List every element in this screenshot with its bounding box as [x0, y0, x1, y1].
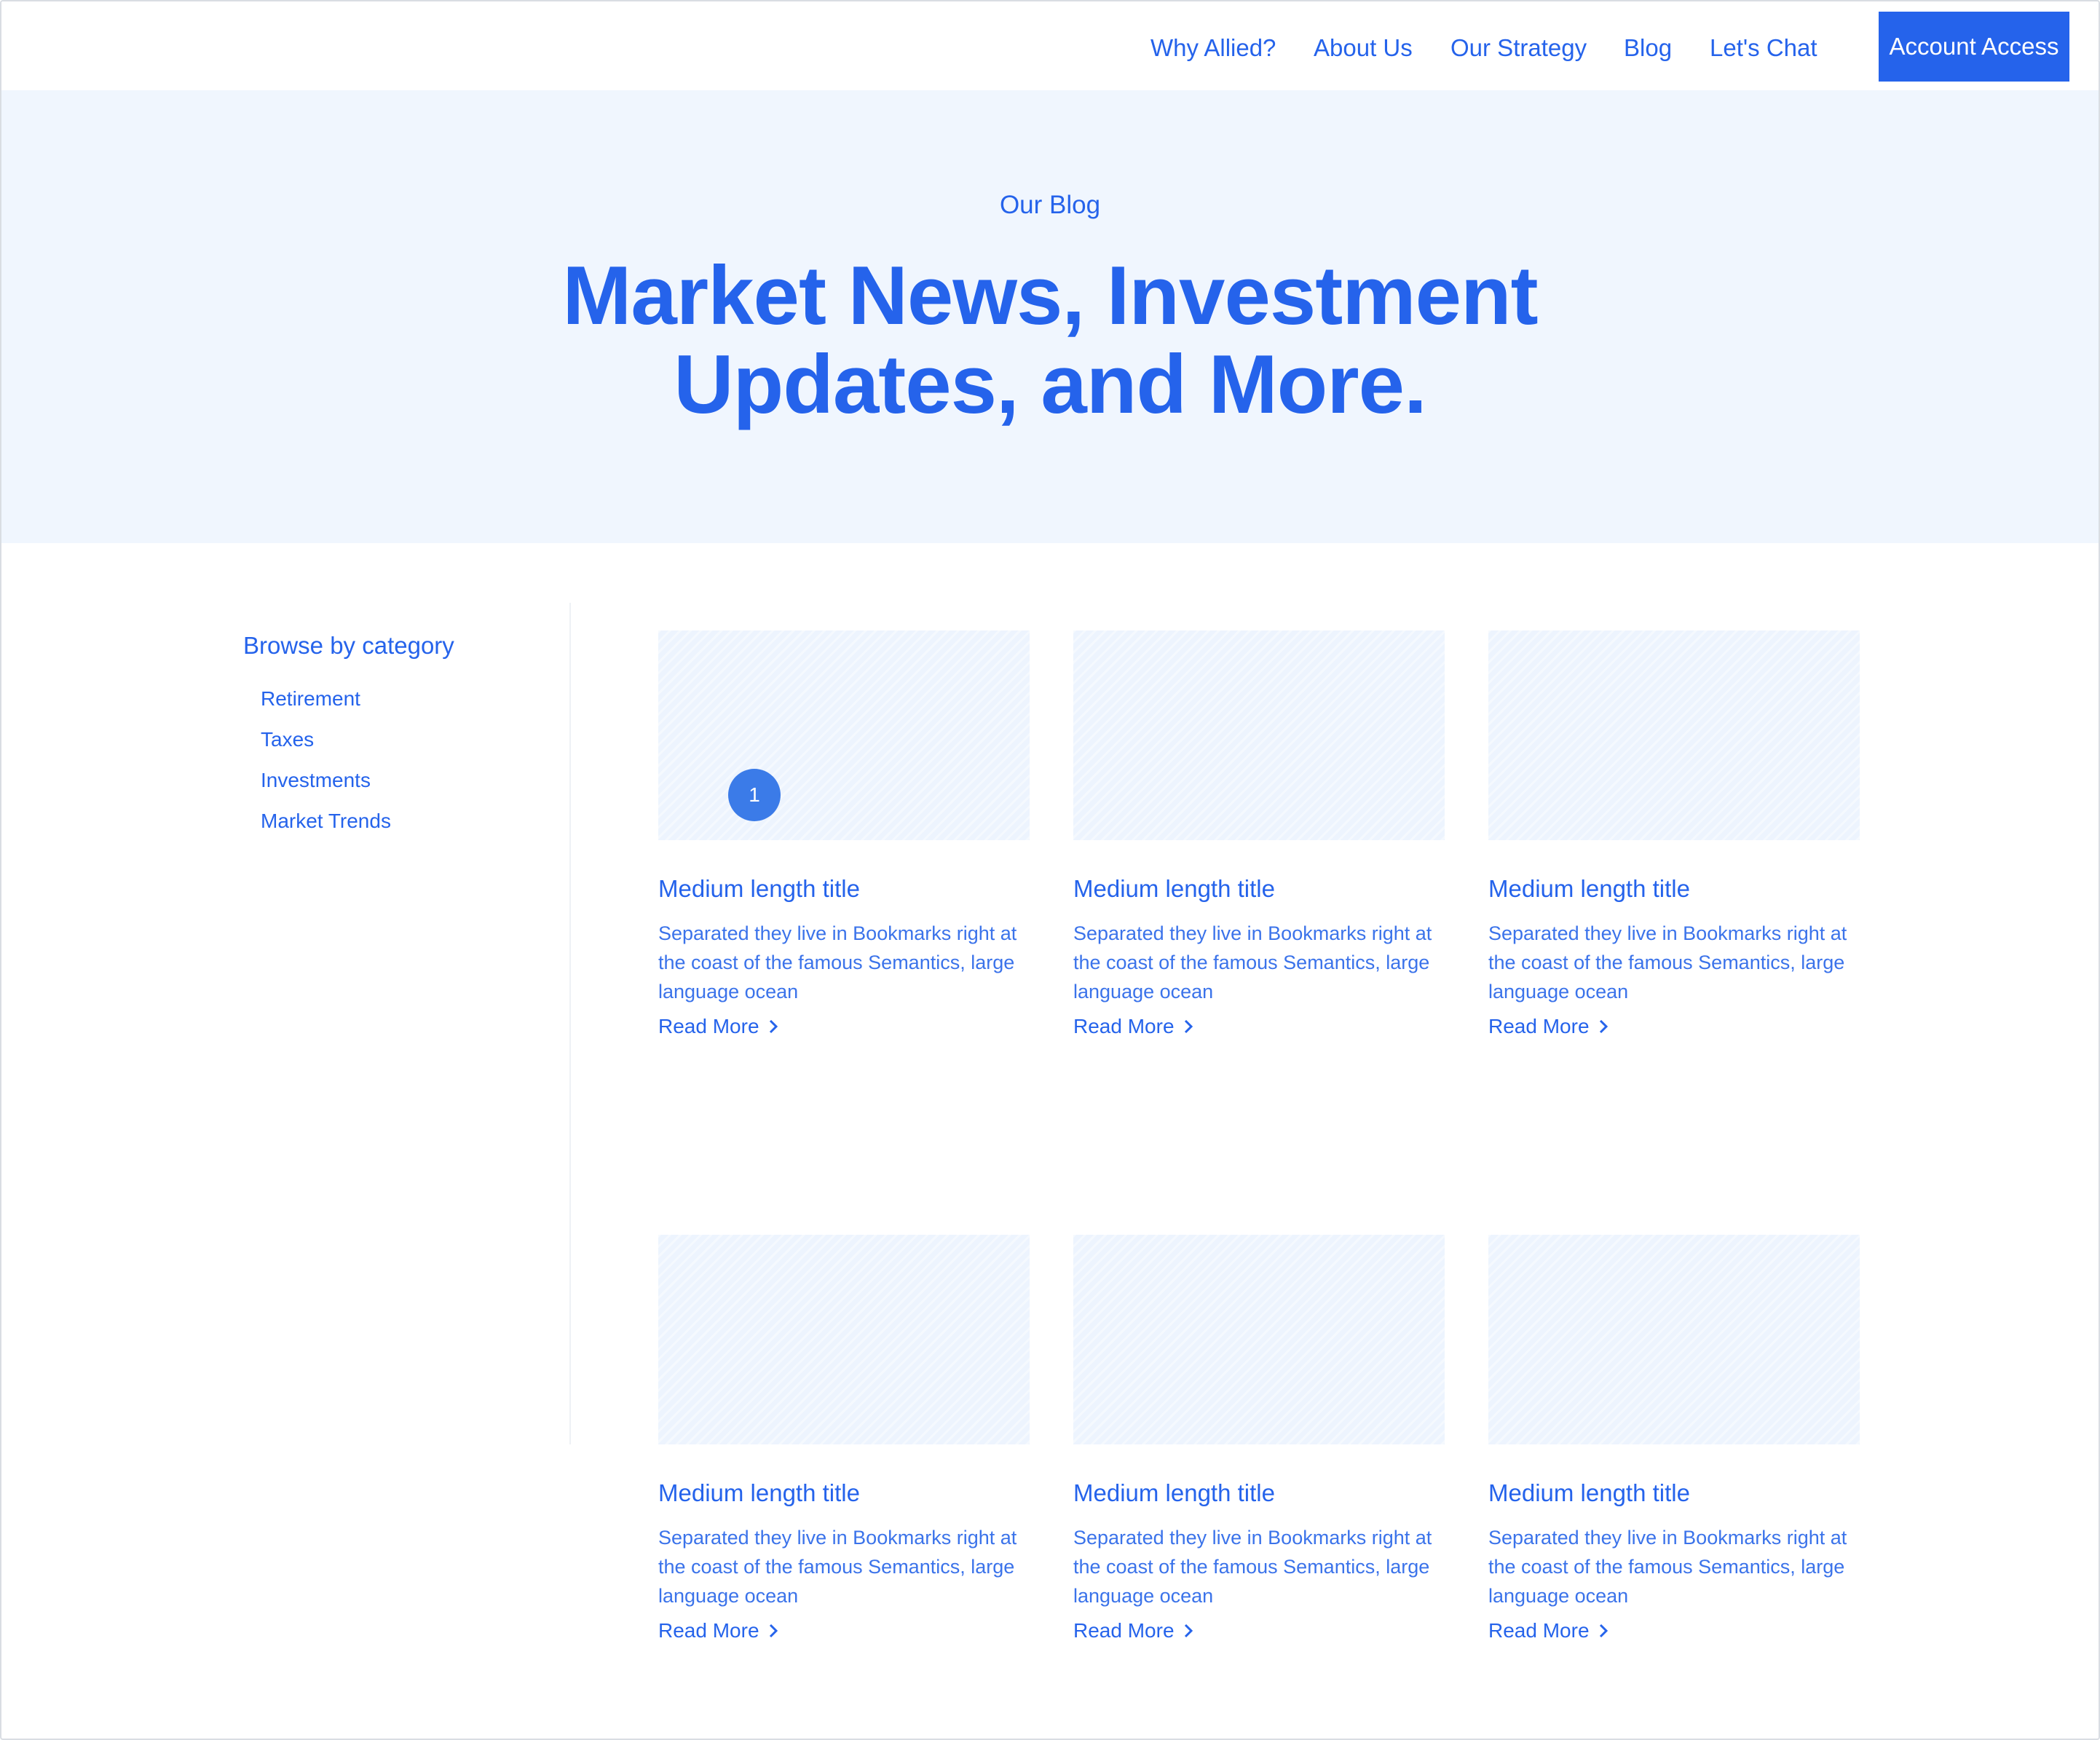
category-link-retirement[interactable]: Retirement [261, 687, 360, 711]
card-title[interactable]: Medium length title [1488, 1479, 1690, 1507]
hero-title-line-1: Market News, Investment [562, 250, 1538, 342]
nav-link-blog[interactable]: Blog [1624, 29, 1672, 67]
blog-card: Medium length title Separated they live … [1073, 630, 1445, 1037]
account-access-button[interactable]: Account Access [1879, 12, 2069, 82]
hero-title: Market News, Investment Updates, and Mor… [1, 252, 2099, 430]
card-image-placeholder[interactable] [1488, 630, 1860, 840]
card-description: Separated they live in Bookmarks right a… [1488, 1527, 1847, 1607]
read-more-link[interactable]: Read More [658, 1015, 778, 1038]
card-title[interactable]: Medium length title [658, 875, 860, 903]
chevron-right-icon [1599, 1019, 1608, 1034]
step-badge: 1 [728, 769, 781, 821]
card-description: Separated they live in Bookmarks right a… [1073, 1527, 1432, 1607]
blog-card: Medium length title Separated they live … [1073, 1235, 1445, 1642]
nav-link-our-strategy[interactable]: Our Strategy [1450, 29, 1587, 67]
read-more-label: Read More [658, 1619, 759, 1642]
read-more-label: Read More [1488, 1619, 1590, 1642]
read-more-link[interactable]: Read More [1488, 1619, 1608, 1642]
card-image-placeholder[interactable] [1488, 1235, 1860, 1444]
nav-link-why-allied[interactable]: Why Allied? [1150, 29, 1276, 67]
blog-card: Medium length title Separated they live … [1488, 630, 1860, 1037]
card-title[interactable]: Medium length title [1073, 875, 1275, 903]
nav-link-lets-chat[interactable]: Let's Chat [1710, 29, 1817, 67]
hero-title-line-2: Updates, and More. [674, 339, 1427, 431]
read-more-link[interactable]: Read More [658, 1619, 778, 1642]
card-image-placeholder[interactable]: 1 [658, 630, 1030, 840]
chevron-right-icon [1184, 1019, 1193, 1034]
card-image-placeholder[interactable] [1073, 630, 1445, 840]
blog-card: Medium length title Separated they live … [1488, 1235, 1860, 1642]
sidebar-heading: Browse by category [243, 632, 454, 659]
read-more-label: Read More [1073, 1619, 1175, 1642]
page-frame: Why Allied? About Us Our Strategy Blog L… [0, 0, 2100, 1740]
read-more-link[interactable]: Read More [1073, 1619, 1193, 1642]
read-more-label: Read More [1488, 1015, 1590, 1037]
card-title[interactable]: Medium length title [1073, 1479, 1275, 1507]
card-title[interactable]: Medium length title [658, 1479, 860, 1507]
card-description: Separated they live in Bookmarks right a… [658, 922, 1017, 1003]
read-more-link[interactable]: Read More [1488, 1015, 1608, 1038]
card-description: Separated they live in Bookmarks right a… [1073, 922, 1432, 1003]
sidebar-divider [569, 603, 571, 1444]
hero-section: Our Blog Market News, Investment Updates… [1, 90, 2099, 543]
chevron-right-icon [769, 1624, 778, 1638]
blog-card: 1 Medium length title Separated they liv… [658, 630, 1030, 1037]
blog-card: Medium length title Separated they live … [658, 1235, 1030, 1642]
read-more-label: Read More [1073, 1015, 1175, 1037]
chevron-right-icon [1599, 1624, 1608, 1638]
nav-link-about-us[interactable]: About Us [1314, 29, 1413, 67]
category-link-investments[interactable]: Investments [261, 769, 371, 792]
category-link-market-trends[interactable]: Market Trends [261, 810, 391, 833]
read-more-label: Read More [658, 1015, 759, 1037]
card-image-placeholder[interactable] [658, 1235, 1030, 1444]
chevron-right-icon [1184, 1624, 1193, 1638]
hero-eyebrow: Our Blog [999, 191, 1101, 219]
read-more-link[interactable]: Read More [1073, 1015, 1193, 1038]
chevron-right-icon [769, 1019, 778, 1034]
category-link-taxes[interactable]: Taxes [261, 728, 314, 751]
top-navigation: Why Allied? About Us Our Strategy Blog L… [1, 1, 2099, 90]
card-image-placeholder[interactable] [1073, 1235, 1445, 1444]
card-description: Separated they live in Bookmarks right a… [658, 1527, 1017, 1607]
card-description: Separated they live in Bookmarks right a… [1488, 922, 1847, 1003]
card-title[interactable]: Medium length title [1488, 875, 1690, 903]
